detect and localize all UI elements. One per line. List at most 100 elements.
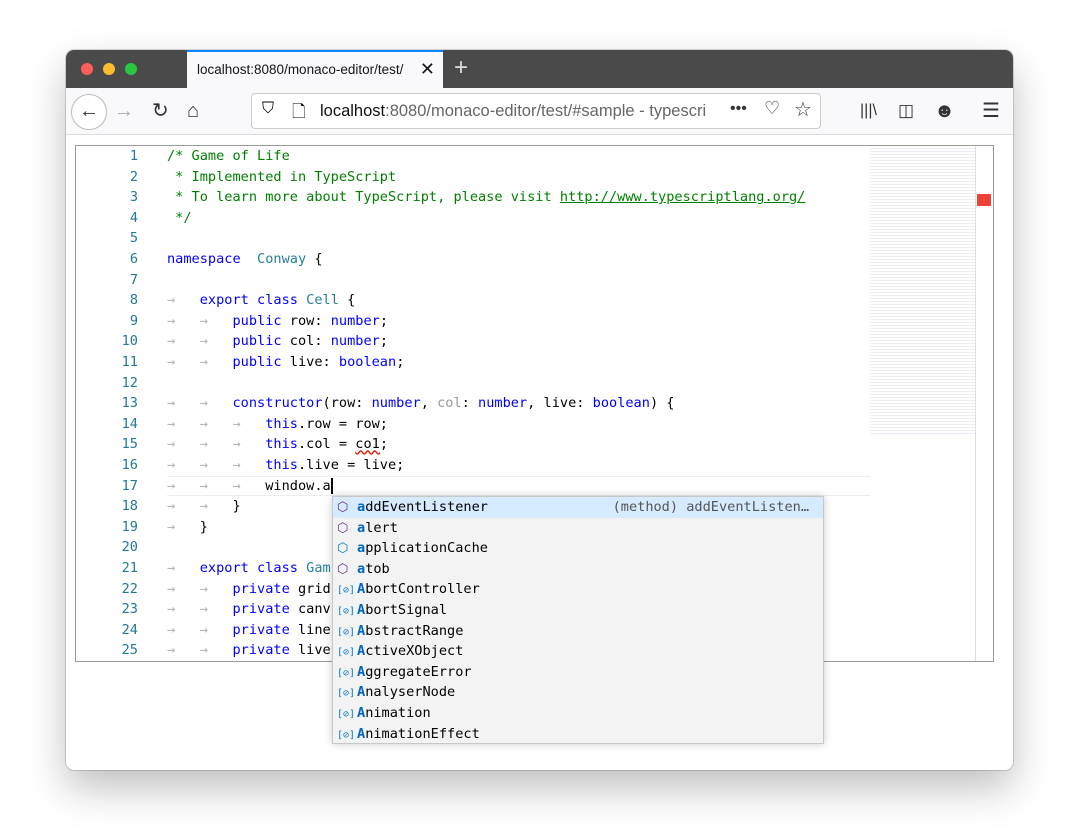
reload-icon[interactable]: ↻ bbox=[152, 97, 169, 125]
indent-arrow-icon: → bbox=[167, 292, 200, 309]
suggestion-item[interactable]: [⊘] AbstractRange bbox=[333, 621, 823, 642]
code-token: private bbox=[232, 642, 298, 659]
code-line[interactable]: 9 → → public row: number; bbox=[76, 311, 876, 332]
suggestion-item[interactable]: [⊘] Animation bbox=[333, 703, 823, 724]
line-number: 1 bbox=[129, 148, 138, 164]
suggestion-item[interactable]: [⊘] AnimationEffect bbox=[333, 724, 823, 745]
code-line[interactable]: 6 namespace Conway { bbox=[76, 249, 876, 270]
code-line[interactable]: 12 bbox=[76, 373, 876, 394]
bookmark-star-icon[interactable]: ☆ bbox=[794, 97, 812, 122]
variable-icon: [⊘] bbox=[337, 647, 356, 659]
suggestion-item[interactable]: [⊘] ActiveXObject bbox=[333, 641, 823, 662]
code-token: canv bbox=[297, 601, 331, 618]
suggestion-item[interactable]: ⬡ addEventListener (method) addEventListen… bbox=[333, 497, 823, 518]
suggestion-item[interactable]: [⊘] AbortSignal bbox=[333, 600, 823, 621]
suggestion-label: bstractRange bbox=[365, 622, 464, 639]
code-token: .row = row; bbox=[297, 415, 388, 432]
sidebar-icon[interactable]: ◫ bbox=[898, 97, 914, 125]
browser-tab[interactable]: localhost:8080/monaco-editor/test/ ✕ bbox=[187, 50, 443, 88]
suggestion-match: A bbox=[357, 704, 366, 721]
indent-arrow-icon: → → → bbox=[167, 436, 266, 453]
indent-arrow-icon: → → → bbox=[167, 415, 266, 432]
library-icon[interactable]: |||\ bbox=[860, 97, 877, 125]
code-line[interactable]: 2 * Implemented in TypeScript bbox=[76, 167, 876, 188]
line-text: → → → this.live = live; bbox=[167, 455, 404, 476]
code-line[interactable]: 13 → → constructor(row: number, col: numb… bbox=[76, 393, 876, 414]
code-token: } bbox=[232, 498, 241, 515]
minimize-window-button[interactable] bbox=[103, 63, 115, 75]
code-token: .col = bbox=[297, 436, 356, 453]
code-line[interactable]: 5 bbox=[76, 228, 876, 249]
shield-icon[interactable]: ⛉ bbox=[262, 100, 274, 118]
line-text: → → → window.a bbox=[167, 476, 333, 497]
address-bar[interactable]: ⛉ 🗋 localhost:8080/monaco-editor/test/#s… bbox=[251, 93, 821, 129]
code-token: row: bbox=[289, 312, 331, 329]
menu-icon[interactable]: ☰ bbox=[982, 97, 1000, 125]
nav-toolbar: ← → ↻ ⌂ ⛉ 🗋 localhost:8080/monaco-editor… bbox=[66, 88, 1013, 135]
suggestion-item[interactable]: ⬡ applicationCache bbox=[333, 538, 823, 559]
code-token: ; bbox=[379, 312, 388, 329]
line-text: → → private grid bbox=[167, 579, 331, 600]
code-token: ) { bbox=[649, 395, 675, 412]
home-icon[interactable]: ⌂ bbox=[187, 97, 199, 125]
variable-icon: [⊘] bbox=[337, 626, 356, 638]
line-number: 22 bbox=[121, 580, 138, 597]
suggestion-label: lert bbox=[365, 519, 398, 536]
code-line[interactable]: 8 → export class Cell { bbox=[76, 290, 876, 311]
line-text: → → private live bbox=[167, 640, 331, 661]
code-token: /* Game of Life bbox=[167, 148, 290, 164]
line-number: 11 bbox=[121, 354, 138, 370]
code-line[interactable]: 10 → → public col: number; bbox=[76, 331, 876, 352]
line-number: 2 bbox=[129, 168, 138, 185]
back-icon[interactable]: ← bbox=[71, 94, 107, 130]
suggestion-label: nalyserNode bbox=[365, 684, 456, 701]
code-token: public bbox=[232, 354, 290, 370]
variable-icon: [⊘] bbox=[337, 667, 356, 679]
code-line[interactable]: 17 → → → window.a bbox=[76, 476, 876, 497]
variable-icon: [⊘] bbox=[337, 605, 356, 617]
suggestion-item[interactable]: [⊘] AggregateError bbox=[333, 662, 823, 683]
line-number: 19 bbox=[121, 518, 138, 535]
code-line[interactable]: 3 * To learn more about TypeScript, plea… bbox=[76, 187, 876, 208]
tab-title: localhost:8080/monaco-editor/test/ bbox=[197, 62, 404, 77]
line-text: → export class Cell { bbox=[167, 290, 355, 311]
code-line[interactable]: 4 */ bbox=[76, 208, 876, 229]
suggestion-match: a bbox=[357, 519, 366, 536]
suggestion-item[interactable]: [⊘] AbortController bbox=[333, 579, 823, 600]
suggestion-label: nimationEffect bbox=[365, 725, 480, 742]
code-line[interactable]: 14 → → → this.row = row; bbox=[76, 414, 876, 435]
line-number: 10 bbox=[121, 333, 138, 350]
code-token: { bbox=[306, 251, 323, 267]
zoom-window-button[interactable] bbox=[125, 63, 137, 75]
more-actions-icon[interactable]: ••• bbox=[730, 100, 747, 118]
line-number: 15 bbox=[121, 436, 138, 453]
vertical-scrollbar[interactable] bbox=[975, 146, 993, 661]
close-tab-icon[interactable]: ✕ bbox=[420, 59, 435, 80]
code-line[interactable]: 1 /* Game of Life bbox=[76, 146, 876, 167]
line-text: → → private canv bbox=[167, 599, 331, 620]
code-line[interactable]: 16 → → → this.live = live; bbox=[76, 455, 876, 476]
line-number: 18 bbox=[121, 498, 138, 515]
suggestion-item[interactable]: ⬡ atob bbox=[333, 559, 823, 580]
code-token: public bbox=[232, 312, 290, 329]
line-text: * Implemented in TypeScript bbox=[167, 167, 396, 188]
suggestion-item[interactable]: ⬡ alert bbox=[333, 518, 823, 539]
code-token: grid bbox=[297, 580, 331, 597]
minimap[interactable] bbox=[870, 146, 975, 436]
pocket-icon[interactable]: ♡ bbox=[764, 98, 780, 119]
account-icon[interactable]: ☻ bbox=[934, 97, 955, 125]
line-number: 4 bbox=[129, 209, 138, 226]
code-token: * To learn more about TypeScript, please… bbox=[167, 189, 560, 206]
suggestion-item[interactable]: [⊘] AnalyserNode bbox=[333, 682, 823, 703]
code-line[interactable]: 7 bbox=[76, 270, 876, 291]
indent-arrow-icon: → → bbox=[167, 621, 233, 638]
close-window-button[interactable] bbox=[81, 63, 93, 75]
code-line[interactable]: 15 → → → this.col = co1; bbox=[76, 434, 876, 455]
suggestion-label: tob bbox=[365, 560, 390, 577]
forward-icon[interactable]: → bbox=[114, 97, 134, 125]
code-line[interactable]: 11 → → public live: boolean; bbox=[76, 352, 876, 373]
new-tab-icon[interactable]: + bbox=[454, 54, 468, 82]
url-path: :8080/monaco-editor/test/#sample - types… bbox=[385, 102, 707, 120]
line-number: 7 bbox=[129, 271, 138, 288]
